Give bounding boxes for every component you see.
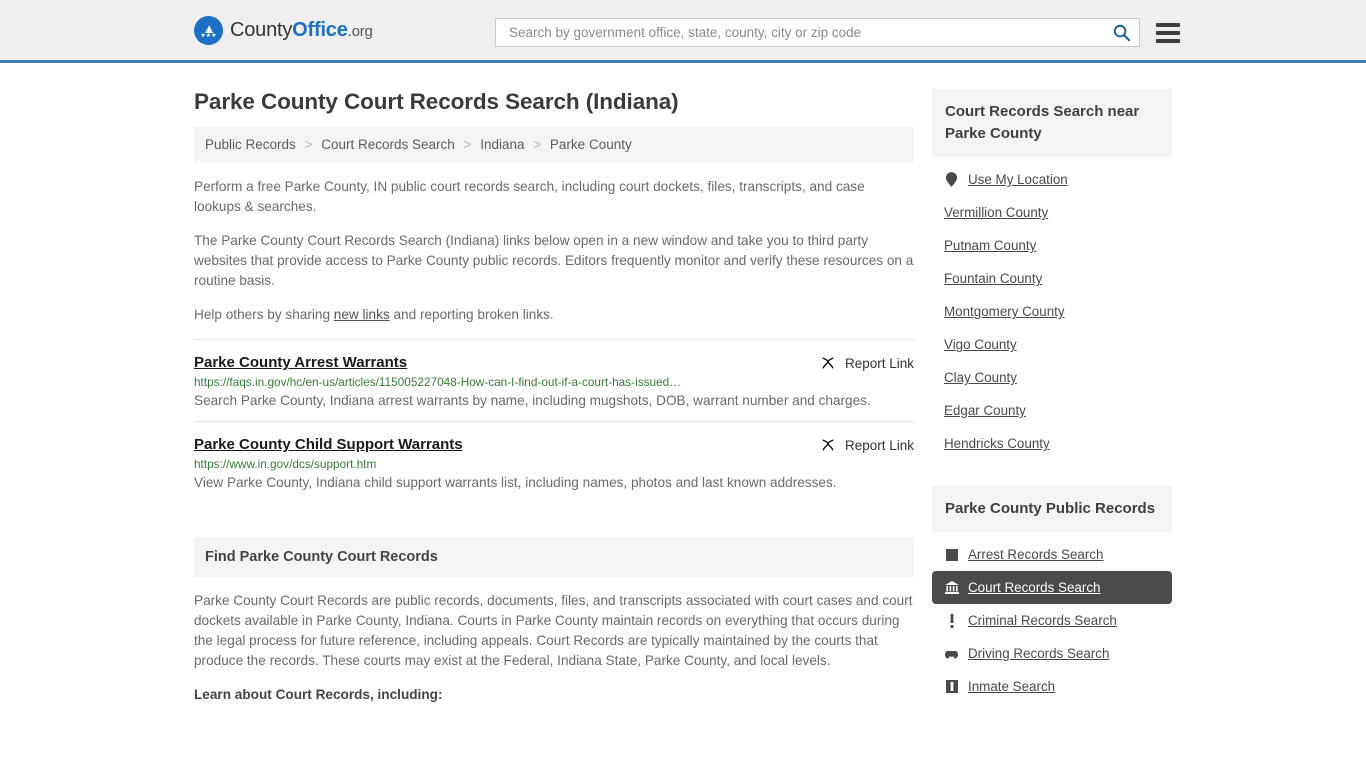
result-item: Parke County Arrest Warrants Report Link…	[194, 339, 914, 421]
report-link-button[interactable]: Report Link	[820, 437, 914, 453]
county-office-logo-icon: ▲ ★★★	[194, 15, 223, 45]
result-header: Parke County Child Support Warrants Repo…	[194, 436, 914, 453]
nearby-county-link[interactable]: Clay County	[944, 370, 1017, 385]
search-box[interactable]	[495, 18, 1140, 47]
nearby-county-link[interactable]: Vigo County	[944, 337, 1017, 352]
breadcrumb-item-indiana[interactable]: Indiana	[480, 137, 524, 152]
site-logo[interactable]: ▲ ★★★ CountyOffice.org	[194, 15, 373, 45]
intro-paragraph-1: Perform a free Parke County, IN public c…	[194, 179, 865, 214]
header-search-area	[495, 18, 1180, 47]
sidebar-item-edgar-county[interactable]: Edgar County	[932, 394, 1172, 427]
sidebar: Court Records Search near Parke County U…	[932, 63, 1172, 705]
page-title: Parke County Court Records Search (India…	[194, 89, 679, 114]
logo-word-office: Office	[292, 18, 348, 41]
sidebar-item-putnam-county[interactable]: Putnam County	[932, 229, 1172, 262]
hamburger-bar	[1156, 22, 1180, 27]
find-records-section: Find Parke County Court Records Parke Co…	[194, 537, 914, 705]
help-before-text: Help others by sharing	[194, 307, 334, 322]
search-icon	[1113, 24, 1131, 42]
hamburger-bar	[1156, 30, 1180, 35]
sidebar-item-vermillion-county[interactable]: Vermillion County	[932, 196, 1172, 229]
main-content: Parke County Court Records Search (India…	[194, 63, 914, 705]
hamburger-menu-icon[interactable]	[1156, 22, 1180, 43]
public-record-link[interactable]: Inmate Search	[968, 679, 1055, 694]
report-link-button[interactable]: Report Link	[820, 355, 914, 371]
result-url: https://www.in.gov/dcs/support.htm	[194, 457, 377, 471]
section-body: Parke County Court Records are public re…	[194, 577, 914, 705]
sidebar-item-arrest-records-search[interactable]: Arrest Records Search	[932, 538, 1172, 571]
result-description: View Parke County, Indiana child support…	[194, 475, 837, 490]
result-description: Search Parke County, Indiana arrest warr…	[194, 393, 871, 408]
breadcrumb-item-parke-county[interactable]: Parke County	[550, 137, 632, 152]
nearby-county-link[interactable]: Vermillion County	[944, 205, 1048, 220]
inmate-icon	[944, 679, 959, 694]
nearby-county-link[interactable]: Putnam County	[944, 238, 1036, 253]
section-paragraph: Parke County Court Records are public re…	[194, 593, 913, 668]
result-title-link[interactable]: Parke County Child Support Warrants	[194, 436, 463, 453]
logo-wordmark: CountyOffice.org	[230, 19, 373, 42]
public-record-link[interactable]: Court Records Search	[968, 580, 1100, 595]
nearby-county-link[interactable]: Montgomery County	[944, 304, 1065, 319]
square-badge-icon	[944, 547, 959, 562]
help-others-line: Help others by sharing new links and rep…	[194, 305, 914, 325]
result-header: Parke County Arrest Warrants Report Link	[194, 354, 914, 371]
nearby-county-link[interactable]: Hendricks County	[944, 436, 1050, 451]
intro-paragraph-2: The Parke County Court Records Search (I…	[194, 233, 914, 288]
breadcrumb: Public Records > Court Records Search > …	[194, 127, 914, 162]
nearby-widget-heading: Court Records Search near Parke County	[932, 89, 1172, 157]
result-title-link[interactable]: Parke County Arrest Warrants	[194, 354, 407, 371]
sidebar-item-fountain-county[interactable]: Fountain County	[932, 262, 1172, 295]
section-heading: Find Parke County Court Records	[194, 537, 914, 577]
new-links-link[interactable]: new links	[334, 307, 390, 322]
result-item: Parke County Child Support Warrants Repo…	[194, 421, 914, 503]
breadcrumb-separator: >	[304, 137, 313, 152]
logo-tld: .org	[347, 22, 373, 40]
map-pin-icon	[944, 172, 959, 187]
breadcrumb-item-court-records-search[interactable]: Court Records Search	[321, 137, 455, 152]
car-icon	[944, 646, 959, 661]
sidebar-item-use-my-location[interactable]: Use My Location	[932, 163, 1172, 196]
breadcrumb-separator: >	[463, 137, 472, 152]
public-records-widget-heading: Parke County Public Records	[932, 486, 1172, 532]
public-records-widget: Parke County Public Records Arrest Recor…	[932, 486, 1172, 703]
public-record-link[interactable]: Driving Records Search	[968, 646, 1109, 661]
section-lead-text: Learn about Court Records, including:	[194, 687, 443, 702]
nearby-county-link[interactable]: Fountain County	[944, 271, 1042, 286]
broken-link-icon	[822, 439, 834, 451]
nearby-widget-list: Use My Location Vermillion County Putnam…	[932, 157, 1172, 460]
nearby-county-link[interactable]: Edgar County	[944, 403, 1026, 418]
sidebar-item-hendricks-county[interactable]: Hendricks County	[932, 427, 1172, 460]
sidebar-item-montgomery-county[interactable]: Montgomery County	[932, 295, 1172, 328]
hamburger-bar	[1156, 38, 1180, 43]
breadcrumb-separator: >	[533, 137, 542, 152]
public-records-list: Arrest Records Search Court Records Sear…	[932, 532, 1172, 703]
result-url: https://faqs.in.gov/hc/en-us/articles/11…	[194, 375, 681, 389]
use-my-location-link[interactable]: Use My Location	[968, 172, 1068, 187]
sidebar-item-court-records-search[interactable]: Court Records Search	[932, 571, 1172, 604]
search-input[interactable]	[507, 24, 1110, 41]
sidebar-item-driving-records-search[interactable]: Driving Records Search	[932, 637, 1172, 670]
public-record-link[interactable]: Criminal Records Search	[968, 613, 1117, 628]
exclamation-icon	[944, 613, 959, 628]
page-body: Parke County Court Records Search (India…	[0, 63, 1366, 705]
report-link-label: Report Link	[844, 437, 914, 453]
sidebar-item-clay-county[interactable]: Clay County	[932, 361, 1172, 394]
help-after-text: and reporting broken links.	[389, 307, 554, 322]
courthouse-icon	[944, 580, 959, 595]
site-header: ▲ ★★★ CountyOffice.org	[0, 0, 1366, 63]
sidebar-item-inmate-search[interactable]: Inmate Search	[932, 670, 1172, 703]
public-record-link[interactable]: Arrest Records Search	[968, 547, 1103, 562]
nearby-search-widget: Court Records Search near Parke County U…	[932, 89, 1172, 460]
logo-word-county: County	[230, 18, 293, 41]
sidebar-item-vigo-county[interactable]: Vigo County	[932, 328, 1172, 361]
breadcrumb-item-public-records[interactable]: Public Records	[205, 137, 296, 152]
search-button[interactable]	[1110, 23, 1133, 42]
broken-link-icon	[822, 357, 834, 369]
report-link-label: Report Link	[844, 355, 914, 371]
sidebar-item-criminal-records-search[interactable]: Criminal Records Search	[932, 604, 1172, 637]
